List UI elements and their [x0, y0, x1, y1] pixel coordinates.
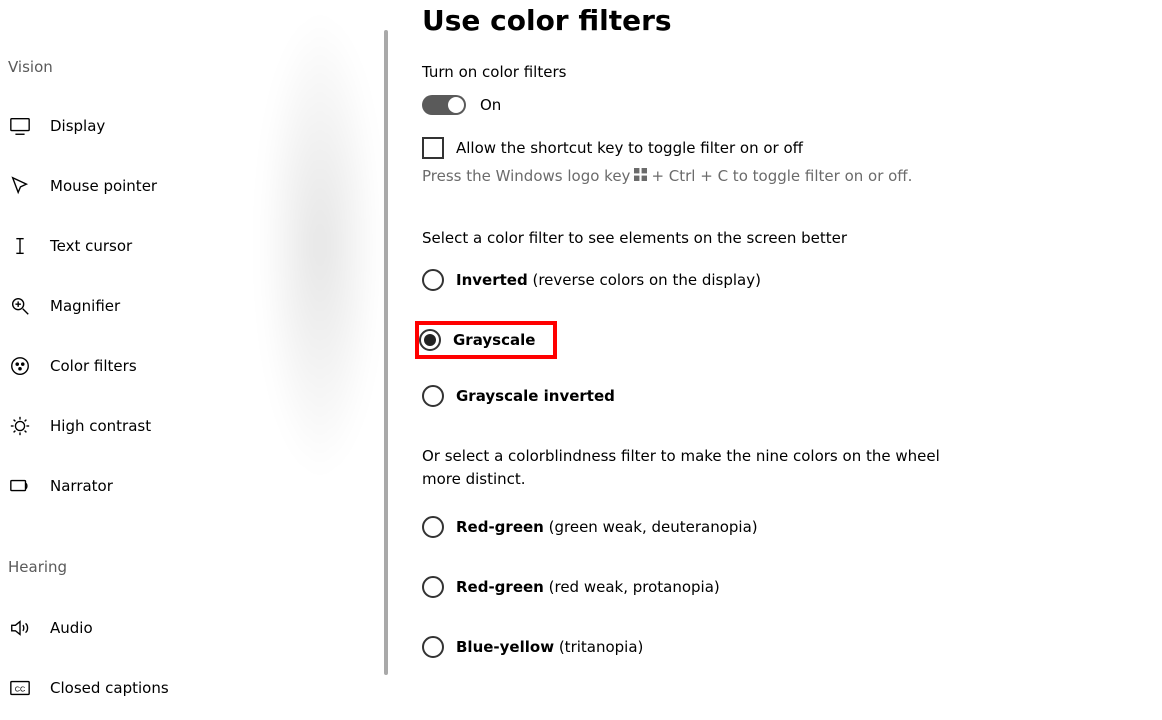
- color-filters-toggle[interactable]: [422, 95, 466, 115]
- mouse-pointer-icon: [8, 174, 32, 198]
- sidebar-item-label: Closed captions: [50, 679, 169, 697]
- sidebar-item-label: Narrator: [50, 477, 113, 495]
- radio-grayscale-inverted[interactable]: Grayscale inverted: [422, 385, 1152, 407]
- sidebar-item-label: Display: [50, 117, 105, 135]
- radio-button[interactable]: [422, 516, 444, 538]
- sidebar-item-audio[interactable]: Audio: [0, 598, 390, 658]
- high-contrast-icon: [8, 414, 32, 438]
- radio-button[interactable]: [422, 269, 444, 291]
- closed-captions-icon: CC: [8, 676, 32, 700]
- radio-button[interactable]: [419, 329, 441, 351]
- toggle-state-label: On: [480, 96, 501, 114]
- sidebar-section-hearing: Hearing: [0, 558, 67, 576]
- shortcut-checkbox-row: Allow the shortcut key to toggle filter …: [422, 137, 1152, 159]
- radio-red-green-protanopia[interactable]: Red-green (red weak, protanopia): [422, 576, 1152, 598]
- sidebar-item-mouse-pointer[interactable]: Mouse pointer: [0, 156, 390, 216]
- display-icon: [8, 114, 32, 138]
- sidebar-item-label: Text cursor: [50, 237, 132, 255]
- color-filter-radio-group: Inverted (reverse colors on the display)…: [422, 269, 1152, 407]
- audio-icon: [8, 616, 32, 640]
- radio-label: Grayscale: [453, 331, 535, 349]
- sidebar-item-narrator[interactable]: Narrator: [0, 456, 390, 516]
- radio-button[interactable]: [422, 576, 444, 598]
- radio-button[interactable]: [422, 385, 444, 407]
- sidebar-section-vision: Vision: [0, 58, 53, 76]
- sidebar-item-label: Mouse pointer: [50, 177, 157, 195]
- sidebar-item-color-filters[interactable]: Color filters: [0, 336, 390, 396]
- color-filters-toggle-row: On: [422, 95, 1152, 115]
- shortcut-hint: Press the Windows logo key + Ctrl + C to…: [422, 167, 1152, 185]
- text-cursor-icon: [8, 234, 32, 258]
- colorblind-radio-group: Red-green (green weak, deuteranopia) Red…: [422, 516, 1152, 658]
- sidebar-item-high-contrast[interactable]: High contrast: [0, 396, 390, 456]
- radio-red-green-deuteranopia[interactable]: Red-green (green weak, deuteranopia): [422, 516, 1152, 538]
- radio-label: Blue-yellow (tritanopia): [456, 638, 643, 656]
- shortcut-hint-text-a: Press the Windows logo key: [422, 167, 630, 185]
- sidebar-item-label: Magnifier: [50, 297, 120, 315]
- shortcut-checkbox-label: Allow the shortcut key to toggle filter …: [456, 139, 803, 157]
- sidebar-item-label: High contrast: [50, 417, 151, 435]
- radio-label: Red-green (green weak, deuteranopia): [456, 518, 758, 536]
- radio-inverted[interactable]: Inverted (reverse colors on the display): [422, 269, 1152, 291]
- radio-label: Red-green (red weak, protanopia): [456, 578, 720, 596]
- toggle-knob: [448, 97, 464, 113]
- shortcut-checkbox[interactable]: [422, 137, 444, 159]
- sidebar-item-text-cursor[interactable]: Text cursor: [0, 216, 390, 276]
- settings-main-panel: Use color filters Turn on color filters …: [422, 0, 1152, 720]
- radio-blue-yellow-tritanopia[interactable]: Blue-yellow (tritanopia): [422, 636, 1152, 658]
- radio-label: Inverted (reverse colors on the display): [456, 271, 761, 289]
- sidebar-item-label: Color filters: [50, 357, 137, 375]
- shortcut-hint-text-b: + Ctrl + C to toggle filter on or off.: [651, 167, 912, 185]
- windows-logo-icon: [634, 168, 647, 185]
- sidebar-hearing-list: Audio CC Closed captions: [0, 598, 390, 718]
- sidebar-item-label: Audio: [50, 619, 93, 637]
- sidebar-vision-list: Display Mouse pointer Text cursor Magnif…: [0, 96, 390, 516]
- color-filters-icon: [8, 354, 32, 378]
- magnifier-icon: [8, 294, 32, 318]
- sidebar-item-magnifier[interactable]: Magnifier: [0, 276, 390, 336]
- sidebar-item-closed-captions[interactable]: CC Closed captions: [0, 658, 390, 718]
- select-filter-heading: Select a color filter to see elements on…: [422, 229, 1152, 247]
- radio-label: Grayscale inverted: [456, 387, 615, 405]
- page-title: Use color filters: [422, 4, 1152, 37]
- settings-sidebar: Vision Display Mouse pointer Text cursor…: [0, 0, 390, 720]
- narrator-icon: [8, 474, 32, 498]
- radio-grayscale[interactable]: Grayscale: [419, 325, 553, 355]
- turn-on-label: Turn on color filters: [422, 63, 1152, 81]
- colorblind-filter-heading: Or select a colorblindness filter to mak…: [422, 445, 962, 490]
- svg-text:CC: CC: [15, 685, 26, 694]
- radio-button[interactable]: [422, 636, 444, 658]
- sidebar-item-display[interactable]: Display: [0, 96, 390, 156]
